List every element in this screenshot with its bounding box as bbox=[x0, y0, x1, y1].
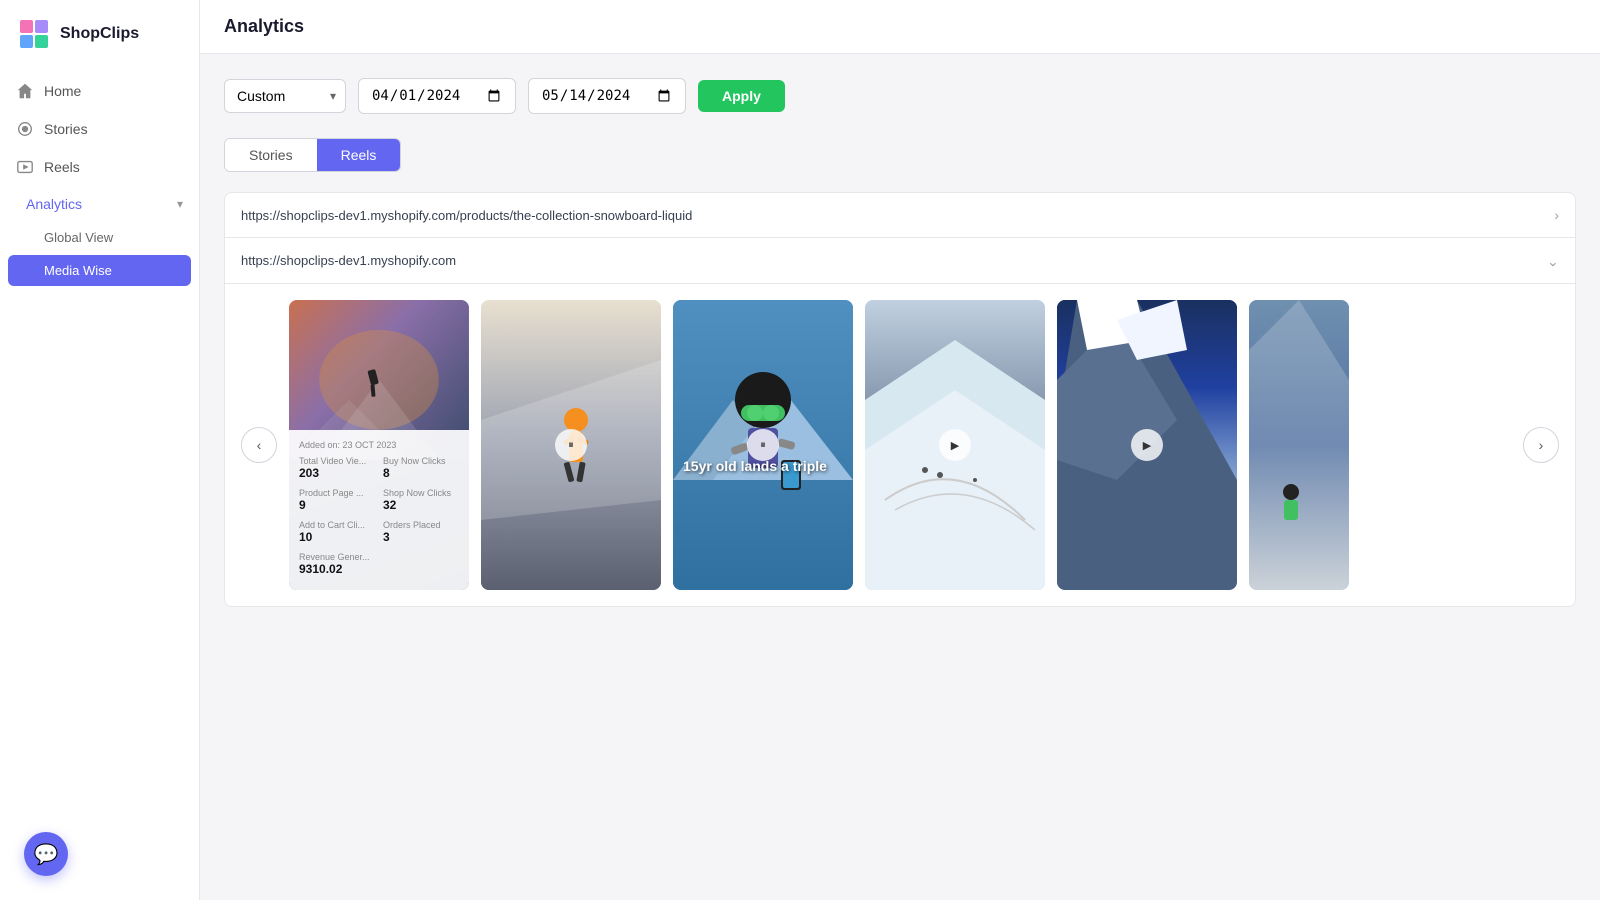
logo-text: ShopClips bbox=[60, 25, 139, 43]
url-row-1[interactable]: https://shopclips-dev1.myshopify.com/pro… bbox=[225, 193, 1575, 238]
card-1-add-to-cart-label: Add to Cart Cli... bbox=[299, 520, 375, 530]
card-1-product-page: 9 bbox=[299, 498, 375, 512]
media-card-4[interactable]: ▶ bbox=[865, 300, 1045, 590]
start-date-input[interactable] bbox=[358, 78, 516, 114]
carousel-next-button[interactable]: › bbox=[1523, 427, 1559, 463]
mountain-scene-6 bbox=[1249, 300, 1349, 590]
filter-bar: Custom Last 7 days Last 30 days Last 90 … bbox=[224, 78, 1576, 114]
logo-area: ShopClips bbox=[0, 16, 199, 72]
card-1-revenue: 9310.02 bbox=[299, 562, 459, 576]
tabs: Stories Reels bbox=[224, 138, 401, 172]
media-items: Added on: 23 OCT 2023 Total Video Vie...… bbox=[289, 300, 1511, 590]
media-card-2[interactable]: ⏸ bbox=[481, 300, 661, 590]
media-card-6[interactable] bbox=[1249, 300, 1349, 590]
url-row-2[interactable]: https://shopclips-dev1.myshopify.com ⌃ bbox=[225, 238, 1575, 284]
card-1-orders-label: Orders Placed bbox=[383, 520, 459, 530]
logo-icon bbox=[16, 16, 52, 52]
sidebar-item-stories[interactable]: Stories bbox=[0, 110, 199, 148]
card-3-play-btn[interactable]: ⏸ bbox=[747, 429, 779, 461]
url-chevron-2: ⌃ bbox=[1547, 252, 1559, 269]
sidebar-analytics-toggle[interactable]: Analytics ▾ bbox=[0, 186, 199, 222]
sidebar-item-global-view[interactable]: Global View bbox=[0, 222, 199, 253]
url-section: https://shopclips-dev1.myshopify.com/pro… bbox=[224, 192, 1576, 607]
card-2-play-btn[interactable]: ⏸ bbox=[555, 429, 587, 461]
play-icon-4: ▶ bbox=[1143, 439, 1151, 452]
card-1-total-views: 203 bbox=[299, 466, 375, 480]
card-1-product-page-label: Product Page ... bbox=[299, 488, 375, 498]
card-1-overlay: Added on: 23 OCT 2023 Total Video Vie...… bbox=[289, 430, 469, 590]
apply-button[interactable]: Apply bbox=[698, 80, 785, 112]
date-range-select-wrapper: Custom Last 7 days Last 30 days Last 90 … bbox=[224, 79, 346, 113]
card-1-orders: 3 bbox=[383, 530, 459, 544]
chevron-down-icon: ▾ bbox=[177, 197, 183, 211]
url-chevron-1: › bbox=[1554, 207, 1559, 223]
card-1-shop-now: 32 bbox=[383, 498, 459, 512]
sidebar-item-home[interactable]: Home bbox=[0, 72, 199, 110]
media-grid-wrapper: ‹ bbox=[225, 284, 1575, 606]
card-1-total-views-label: Total Video Vie... bbox=[299, 456, 375, 466]
card-1-revenue-label: Revenue Gener... bbox=[299, 552, 459, 562]
carousel-prev-button[interactable]: ‹ bbox=[241, 427, 277, 463]
stories-icon bbox=[16, 120, 34, 138]
end-date-input[interactable] bbox=[528, 78, 686, 114]
card-1-buy-now-label: Buy Now Clicks bbox=[383, 456, 459, 466]
sidebar-item-reels[interactable]: Reels bbox=[0, 148, 199, 186]
analytics-label: Analytics bbox=[26, 196, 82, 212]
play-icon: ⏸ bbox=[568, 439, 574, 452]
home-icon bbox=[16, 82, 34, 100]
url-text-2: https://shopclips-dev1.myshopify.com bbox=[241, 253, 456, 268]
media-card-5[interactable]: ▶ bbox=[1057, 300, 1237, 590]
card-5-play-btn[interactable]: ▶ bbox=[1131, 429, 1163, 461]
media-carousel: ‹ bbox=[241, 300, 1559, 590]
global-view-label: Global View bbox=[44, 230, 113, 245]
sidebar-item-media-wise[interactable]: Media Wise bbox=[8, 255, 191, 286]
tab-reels[interactable]: Reels bbox=[317, 139, 401, 171]
page-title: Analytics bbox=[224, 16, 304, 37]
date-range-select[interactable]: Custom Last 7 days Last 30 days Last 90 … bbox=[224, 79, 346, 113]
sidebar-item-stories-label: Stories bbox=[44, 121, 88, 137]
url-text-1: https://shopclips-dev1.myshopify.com/pro… bbox=[241, 208, 692, 223]
top-header: Analytics bbox=[200, 0, 1600, 54]
media-card-3[interactable]: 15yr old lands a triple ⏸ bbox=[673, 300, 853, 590]
play-icon-3: ▶ bbox=[951, 439, 959, 452]
chevron-left-icon: ‹ bbox=[257, 437, 262, 453]
tab-stories[interactable]: Stories bbox=[225, 139, 317, 171]
media-wise-label: Media Wise bbox=[44, 263, 112, 278]
analytics-sub-nav: Global View Media Wise bbox=[0, 222, 199, 288]
play-icon-2: ⏸ bbox=[760, 439, 766, 452]
chat-bubble[interactable]: 💬 bbox=[24, 832, 68, 876]
card-1-shop-now-label: Shop Now Clicks bbox=[383, 488, 459, 498]
chevron-right-icon: › bbox=[1539, 437, 1544, 453]
content-area: Custom Last 7 days Last 30 days Last 90 … bbox=[200, 54, 1600, 900]
sidebar: ShopClips Home Stories Reels Analy bbox=[0, 0, 200, 900]
main-content: Analytics Custom Last 7 days Last 30 day… bbox=[200, 0, 1600, 900]
sidebar-item-reels-label: Reels bbox=[44, 159, 80, 175]
reels-icon bbox=[16, 158, 34, 176]
card-1-added-date: Added on: 23 OCT 2023 bbox=[299, 440, 459, 450]
sidebar-item-home-label: Home bbox=[44, 83, 81, 99]
chat-icon: 💬 bbox=[34, 842, 59, 867]
card-1-add-to-cart: 10 bbox=[299, 530, 375, 544]
media-card-1[interactable]: Added on: 23 OCT 2023 Total Video Vie...… bbox=[289, 300, 469, 590]
card-1-buy-now: 8 bbox=[383, 466, 459, 480]
card-4-play-btn[interactable]: ▶ bbox=[939, 429, 971, 461]
